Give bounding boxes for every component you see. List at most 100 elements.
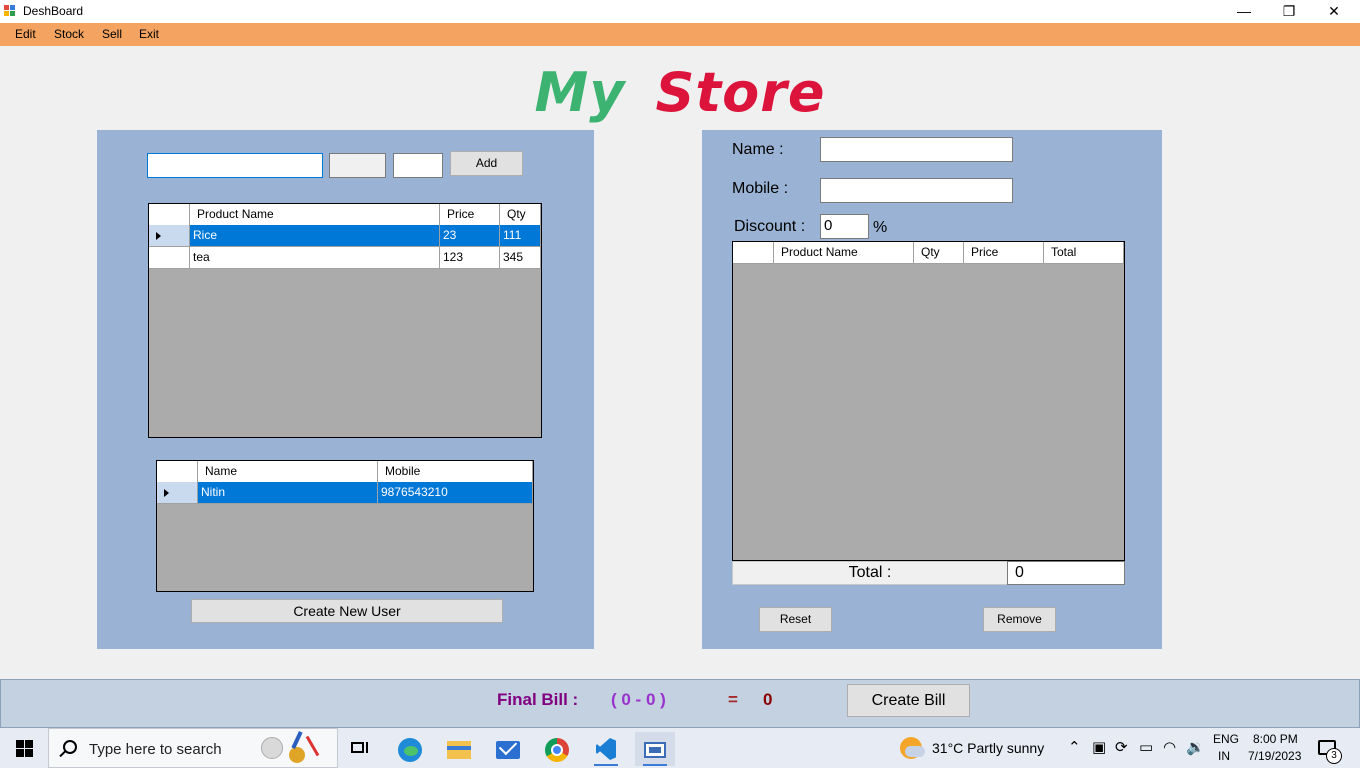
table-row[interactable]: Rice 23 111 bbox=[149, 225, 541, 247]
column-header-qty[interactable]: Qty bbox=[500, 204, 541, 226]
qty-input[interactable] bbox=[393, 153, 443, 178]
language-region[interactable]: IN bbox=[1218, 749, 1230, 763]
meet-now-icon[interactable]: ▣ bbox=[1092, 738, 1106, 756]
menu-stock[interactable]: Stock bbox=[54, 27, 84, 41]
golf-ball-icon bbox=[261, 737, 283, 759]
mail-icon[interactable] bbox=[488, 732, 528, 766]
stock-panel: Add Product Name Price Qty Rice 23 111 t… bbox=[97, 130, 594, 649]
row-header-corner bbox=[149, 204, 190, 226]
cell-qty[interactable]: 111 bbox=[500, 225, 541, 247]
close-button[interactable]: ✕ bbox=[1311, 0, 1357, 23]
file-explorer-icon[interactable] bbox=[439, 732, 479, 766]
create-bill-button[interactable]: Create Bill bbox=[847, 684, 970, 717]
final-bill-formula: ( 0 - 0 ) bbox=[611, 690, 666, 709]
chevron-up-icon[interactable]: ⌃ bbox=[1068, 738, 1081, 756]
bill-grid[interactable]: Product Name Qty Price Total bbox=[732, 241, 1125, 561]
cell-price[interactable]: 123 bbox=[440, 247, 500, 269]
maximize-button[interactable]: ❐ bbox=[1266, 0, 1312, 23]
discount-label: Discount : bbox=[734, 218, 806, 235]
bill-panel: Name : Mobile : Discount : 0 % Product N… bbox=[702, 130, 1162, 649]
customer-name-input[interactable] bbox=[820, 137, 1013, 162]
title-bar: DeshBoard — ❐ ✕ bbox=[0, 0, 1360, 23]
network-sync-icon[interactable]: ⟳ bbox=[1115, 738, 1128, 756]
percent-label: % bbox=[873, 219, 888, 236]
price-input[interactable] bbox=[329, 153, 386, 178]
bill-total-value: 0 bbox=[1007, 561, 1125, 585]
row-selector[interactable] bbox=[157, 482, 198, 504]
cell-mobile[interactable]: 9876543210 bbox=[378, 482, 533, 504]
column-header-qty[interactable]: Qty bbox=[914, 242, 964, 264]
users-grid[interactable]: Name Mobile Nitin 9876543210 bbox=[156, 460, 534, 592]
speaker-icon[interactable]: 🔉 bbox=[1186, 738, 1205, 756]
wifi-icon[interactable]: ◠ bbox=[1163, 738, 1176, 756]
row-header-corner bbox=[157, 461, 198, 483]
clock-time[interactable]: 8:00 PM bbox=[1253, 732, 1298, 746]
final-bill-result: 0 bbox=[763, 690, 773, 709]
deshboard-app-icon[interactable] bbox=[635, 732, 675, 766]
edge-browser-icon[interactable] bbox=[390, 732, 430, 766]
taskbar-search-box[interactable]: Type here to search bbox=[48, 728, 338, 768]
row-pointer-icon bbox=[164, 489, 169, 497]
column-header-product-name[interactable]: Product Name bbox=[774, 242, 914, 264]
row-header-corner bbox=[733, 242, 774, 264]
column-header-name[interactable]: Name bbox=[198, 461, 378, 483]
column-header-price[interactable]: Price bbox=[964, 242, 1044, 264]
add-button[interactable]: Add bbox=[450, 151, 523, 176]
bill-grid-header: Product Name Qty Price Total bbox=[733, 242, 1124, 264]
windows-start-icon[interactable] bbox=[16, 740, 33, 757]
store-title-my: My bbox=[534, 61, 626, 124]
reset-button[interactable]: Reset bbox=[759, 607, 832, 632]
cell-product-name[interactable]: tea bbox=[190, 247, 440, 269]
column-header-total[interactable]: Total bbox=[1044, 242, 1124, 264]
medal-icon bbox=[289, 747, 305, 763]
product-name-input[interactable] bbox=[147, 153, 323, 178]
notification-count-badge: 3 bbox=[1326, 748, 1342, 764]
discount-input[interactable]: 0 bbox=[820, 214, 869, 239]
column-header-mobile[interactable]: Mobile bbox=[378, 461, 533, 483]
column-header-price[interactable]: Price bbox=[440, 204, 500, 226]
cell-name[interactable]: Nitin bbox=[198, 482, 378, 504]
window-title: DeshBoard bbox=[23, 4, 84, 18]
store-title-store: Store bbox=[655, 61, 826, 124]
mobile-label: Mobile : bbox=[732, 180, 789, 197]
cell-price[interactable]: 23 bbox=[440, 225, 500, 247]
users-grid-header: Name Mobile bbox=[157, 461, 533, 483]
chrome-browser-icon[interactable] bbox=[537, 732, 577, 766]
weather-cloud-icon bbox=[905, 746, 925, 757]
golf-tee-icon bbox=[305, 735, 320, 757]
menu-exit[interactable]: Exit bbox=[139, 27, 159, 41]
store-title: My Store bbox=[0, 58, 1360, 128]
table-row[interactable]: tea 123 345 bbox=[149, 247, 541, 269]
row-selector[interactable] bbox=[149, 225, 190, 247]
row-pointer-icon bbox=[156, 232, 161, 240]
taskbar-search-placeholder: Type here to search bbox=[89, 741, 222, 758]
language-indicator[interactable]: ENG bbox=[1213, 732, 1239, 746]
name-label: Name : bbox=[732, 141, 784, 158]
cell-product-name[interactable]: Rice bbox=[190, 225, 440, 247]
task-view-icon[interactable] bbox=[340, 732, 380, 766]
final-bill-bar: Final Bill : ( 0 - 0 ) = 0 Create Bill bbox=[0, 679, 1360, 728]
battery-icon[interactable]: ▭ bbox=[1139, 738, 1153, 756]
clock-date[interactable]: 7/19/2023 bbox=[1248, 749, 1301, 763]
menu-sell[interactable]: Sell bbox=[102, 27, 122, 41]
cell-qty[interactable]: 345 bbox=[500, 247, 541, 269]
menu-bar: Edit Stock Sell Exit bbox=[0, 23, 1360, 46]
bill-total-label: Total : bbox=[732, 561, 1008, 585]
menu-edit[interactable]: Edit bbox=[15, 27, 36, 41]
stock-grid[interactable]: Product Name Price Qty Rice 23 111 tea 1… bbox=[148, 203, 542, 438]
final-bill-equals: = bbox=[728, 690, 738, 709]
final-bill-label: Final Bill : bbox=[497, 690, 579, 709]
table-row[interactable]: Nitin 9876543210 bbox=[157, 482, 533, 504]
row-selector[interactable] bbox=[149, 247, 190, 269]
vscode-icon[interactable] bbox=[586, 732, 626, 766]
weather-text[interactable]: 31°C Partly sunny bbox=[932, 740, 1044, 756]
remove-button[interactable]: Remove bbox=[983, 607, 1056, 632]
column-header-product-name[interactable]: Product Name bbox=[190, 204, 440, 226]
app-icon bbox=[4, 5, 17, 18]
search-icon bbox=[63, 740, 77, 754]
customer-mobile-input[interactable] bbox=[820, 178, 1013, 203]
taskbar: Type here to search 31°C Partly sunny ⌃ … bbox=[0, 728, 1360, 768]
minimize-button[interactable]: — bbox=[1221, 0, 1267, 23]
create-new-user-button[interactable]: Create New User bbox=[191, 599, 503, 623]
stock-grid-header: Product Name Price Qty bbox=[149, 204, 541, 226]
